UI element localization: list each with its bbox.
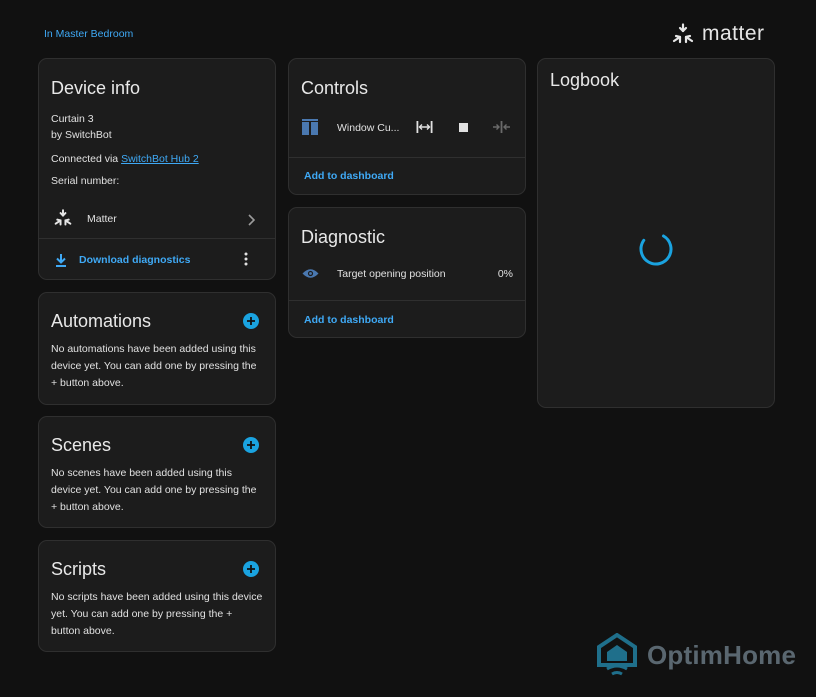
device-manufacturer: by SwitchBot bbox=[51, 129, 112, 141]
download-diagnostics-label: Download diagnostics bbox=[79, 254, 191, 266]
logbook-card: Logbook bbox=[537, 58, 775, 408]
device-info-card: Device info Curtain 3 by SwitchBot Conne… bbox=[38, 58, 276, 280]
scenes-empty-text: No scenes have been added using this dev… bbox=[51, 467, 257, 513]
matter-icon bbox=[672, 23, 694, 44]
diagnostic-title: Diagnostic bbox=[301, 227, 386, 247]
device-info-title: Device info bbox=[51, 78, 141, 98]
loading-spinner bbox=[639, 232, 673, 266]
connected-via-label: Connected via bbox=[51, 153, 119, 165]
scripts-empty-text: No scripts have been added using this de… bbox=[51, 591, 263, 637]
add-scene-button[interactable] bbox=[243, 437, 259, 453]
area-breadcrumb[interactable]: In Master Bedroom bbox=[44, 28, 133, 40]
diagnostic-entity-value: 0% bbox=[497, 268, 513, 280]
diagnostic-entity-row[interactable]: Target opening position 0% bbox=[289, 264, 525, 284]
divider bbox=[289, 157, 525, 158]
integration-row-matter[interactable]: Matter bbox=[39, 203, 275, 237]
automations-empty-text: No automations have been added using thi… bbox=[51, 343, 257, 389]
matter-icon bbox=[54, 209, 72, 226]
diagnostic-add-to-dashboard[interactable]: Add to dashboard bbox=[304, 314, 394, 326]
open-cover-icon[interactable] bbox=[416, 121, 433, 133]
cover-entity-name: Window Cu... bbox=[337, 122, 400, 134]
download-icon bbox=[56, 254, 66, 267]
plus-icon bbox=[247, 441, 255, 449]
plus-icon bbox=[247, 565, 255, 573]
integration-label: Matter bbox=[87, 213, 117, 225]
more-vertical-icon[interactable] bbox=[243, 252, 249, 266]
divider bbox=[39, 238, 275, 239]
divider bbox=[289, 300, 525, 301]
diagnostic-entity-name: Target opening position bbox=[337, 268, 446, 280]
chevron-right-icon bbox=[248, 214, 255, 226]
cover-entity-row[interactable]: Window Cu... bbox=[289, 117, 525, 139]
logbook-title: Logbook bbox=[550, 70, 620, 90]
close-cover-icon[interactable] bbox=[493, 121, 510, 133]
connected-via: Connected via SwitchBot Hub 2 bbox=[51, 153, 199, 165]
automations-title: Automations bbox=[51, 311, 152, 331]
matter-wordmark: matter bbox=[702, 22, 765, 45]
plus-icon bbox=[247, 317, 255, 325]
matter-logo: matter bbox=[672, 22, 765, 46]
download-diagnostics-button[interactable]: Download diagnostics bbox=[55, 250, 190, 270]
automations-card: Automations No automations have been add… bbox=[38, 292, 276, 405]
device-model: Curtain 3 bbox=[51, 113, 94, 125]
stop-icon[interactable] bbox=[459, 123, 468, 132]
curtains-icon bbox=[302, 119, 318, 135]
controls-title: Controls bbox=[301, 78, 369, 98]
scenes-card: Scenes No scenes have been added using t… bbox=[38, 416, 276, 528]
scripts-title: Scripts bbox=[51, 559, 107, 579]
add-automation-button[interactable] bbox=[243, 313, 259, 329]
diagnostic-card: Diagnostic Target opening position 0% Ad… bbox=[288, 207, 526, 338]
optimhome-wordmark: OptimHome bbox=[647, 639, 797, 670]
controls-add-to-dashboard[interactable]: Add to dashboard bbox=[304, 170, 394, 182]
eye-icon bbox=[302, 269, 319, 278]
optimhome-watermark: OptimHome bbox=[597, 633, 796, 677]
scenes-title: Scenes bbox=[51, 435, 112, 455]
scripts-card: Scripts No scripts have been added using… bbox=[38, 540, 276, 652]
serial-number-label: Serial number: bbox=[51, 175, 120, 187]
optimhome-logo-icon bbox=[597, 633, 637, 676]
controls-card: Controls Window Cu... Add to dashboard bbox=[288, 58, 526, 195]
hub-link[interactable]: SwitchBot Hub 2 bbox=[121, 153, 199, 165]
add-script-button[interactable] bbox=[243, 561, 259, 577]
